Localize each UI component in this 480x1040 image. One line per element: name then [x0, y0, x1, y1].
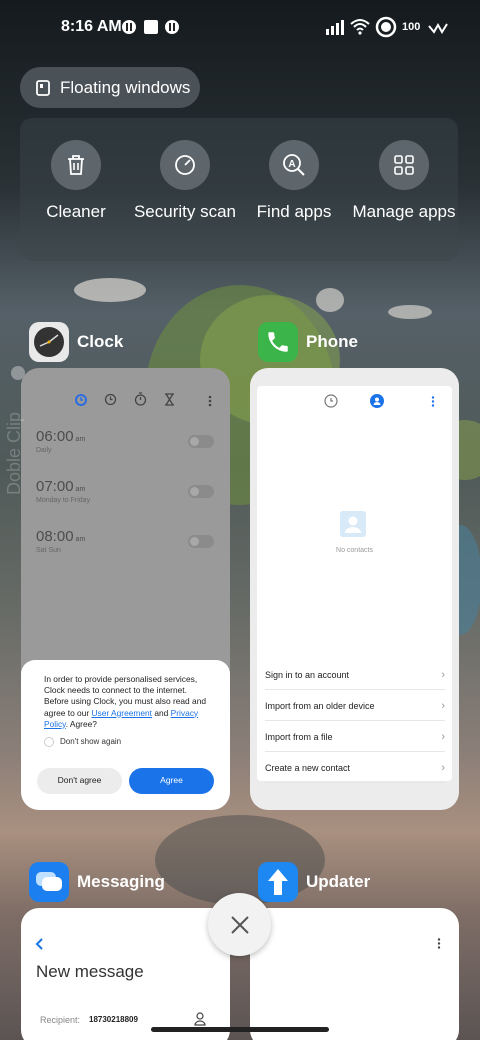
floating-windows-label: Floating windows [60, 77, 191, 97]
phone-app-icon [258, 322, 298, 362]
dialog-question: . Agree? [65, 718, 97, 729]
privacy-dialog: In order to provide personalised service… [21, 660, 230, 810]
timer-tab-icon [165, 393, 174, 406]
dialog-and: and [154, 707, 169, 718]
trash-icon [68, 155, 84, 175]
pause-badge-icon-2 [165, 20, 179, 34]
checkbox-circle [44, 736, 54, 747]
grid-icon [394, 155, 414, 175]
alarm-days: Sat Sun [36, 547, 61, 554]
alarm-toggle[interactable] [188, 435, 214, 448]
option-label: Sign in to an account [265, 669, 350, 680]
floating-window-icon [36, 79, 50, 96]
dont-show-again-checkbox[interactable]: Don't show again [44, 736, 213, 747]
security-scan-label: Security scan [133, 202, 237, 221]
no-contacts-label: No contacts [336, 547, 373, 554]
recipient-label: Recipient: [40, 1015, 81, 1025]
home-gesture-bar[interactable] [151, 1027, 329, 1032]
manage-apps-button[interactable]: Manage apps [349, 140, 459, 222]
world-clock-tab-icon [104, 393, 117, 406]
recents-tab-icon [324, 394, 338, 408]
security-scan-button[interactable]: Security scan [130, 140, 240, 222]
chevron-right-icon: › [441, 668, 445, 681]
alarm-item: 07:00 am Monday to Friday [36, 478, 90, 504]
updater-app-preview[interactable] [250, 908, 459, 1040]
alarm-ampm: am [75, 536, 86, 543]
messaging-app-icon [29, 862, 69, 902]
updater-app-header[interactable]: Updater [258, 862, 370, 902]
updater-more-icon [437, 938, 441, 949]
add-contact-icon [194, 1012, 206, 1026]
alarm-time: 06:00 [36, 428, 74, 445]
phone-app-header[interactable]: Phone [258, 322, 358, 362]
wifi-icon [350, 19, 370, 35]
status-time: 8:16 AM [61, 18, 122, 35]
chevron-right-icon: › [441, 699, 445, 712]
import-file-option[interactable]: Import from a file › [265, 722, 445, 752]
phone-contacts-screen: No contacts Sign in to an account › Impor… [257, 386, 452, 783]
updater-app-icon [258, 862, 298, 902]
svg-text:A: A [288, 159, 295, 170]
alarm-toggle[interactable] [188, 485, 214, 498]
chevron-right-icon: › [441, 730, 445, 743]
alarm-time: 07:00 [36, 478, 74, 495]
empty-contacts-icon [340, 511, 366, 537]
clock-app-icon [29, 322, 69, 362]
watermark-text: Doble Clip [4, 411, 24, 495]
cleaner-label: Cleaner [46, 202, 106, 221]
alarm-days: Monday to Friday [36, 497, 91, 504]
privacy-dialog-text: In order to provide personalised service… [44, 674, 213, 730]
alarm-toggle[interactable] [188, 535, 214, 548]
new-message-title: New message [36, 962, 144, 981]
contacts-tab-icon [370, 394, 384, 408]
messaging-app-header[interactable]: Messaging [29, 862, 165, 902]
floating-windows-button[interactable]: Floating windows [20, 67, 200, 108]
alarm-ampm: am [75, 436, 86, 443]
alarm-item: 08:00 am Sat Sun [36, 528, 85, 554]
option-label: Create a new contact [265, 762, 351, 773]
alarm-tab-icon [75, 394, 87, 406]
sign-in-option[interactable]: Sign in to an account › [265, 660, 445, 690]
option-label: Import from a file [265, 731, 333, 742]
clock-app-name: Clock [77, 332, 124, 351]
chevron-right-icon: › [441, 761, 445, 774]
find-apps-label: Find apps [256, 202, 332, 221]
import-older-device-option[interactable]: Import from an older device › [265, 691, 445, 721]
data-activity-icon [428, 22, 448, 34]
alarm-ampm: am [75, 486, 86, 493]
clock-app-header[interactable]: Clock [29, 322, 123, 362]
phone-app-preview[interactable]: No contacts Sign in to an account › Impor… [250, 368, 459, 810]
search-app-icon: A [283, 154, 305, 176]
battery-level: 100 [402, 21, 421, 33]
alarm-days: Daily [36, 447, 52, 454]
messaging-app-name: Messaging [77, 872, 165, 891]
create-contact-option[interactable]: Create a new contact › [265, 753, 445, 783]
close-icon [230, 915, 249, 934]
agree-button[interactable]: Agree [129, 768, 214, 794]
option-label: Import from an older device [265, 700, 375, 711]
updater-app-name: Updater [306, 872, 371, 891]
cleaner-button[interactable]: Cleaner [21, 140, 131, 222]
messaging-app-preview[interactable]: New message Recipient: 18730218809 [21, 908, 230, 1040]
manage-apps-label: Manage apps [352, 202, 456, 221]
back-arrow-icon [35, 938, 43, 950]
clock-app-preview[interactable]: 06:00 am Daily 07:00 am Monday to Friday 0… [21, 368, 230, 810]
signal-icon [326, 20, 344, 35]
alarm-item: 06:00 am Daily [36, 428, 85, 454]
phone-app-name: Phone [306, 332, 358, 351]
shield-gauge-icon [175, 155, 195, 175]
find-apps-button[interactable]: A Find apps [239, 140, 349, 222]
stopwatch-tab-icon [134, 392, 147, 406]
ring-indicator-icon [375, 16, 397, 38]
dont-show-again-label: Don't show again [60, 737, 122, 747]
square-notification-icon [144, 20, 158, 34]
clock-more-icon [208, 395, 212, 407]
dont-agree-button[interactable]: Don't agree [37, 768, 122, 794]
user-agreement-link[interactable]: User Agreement [92, 708, 153, 718]
pause-badge-icon [122, 20, 136, 34]
phone-more-icon [431, 396, 435, 407]
recipient-field[interactable]: 18730218809 [89, 1015, 138, 1024]
clear-all-button[interactable] [208, 893, 271, 956]
alarm-time: 08:00 [36, 528, 74, 545]
